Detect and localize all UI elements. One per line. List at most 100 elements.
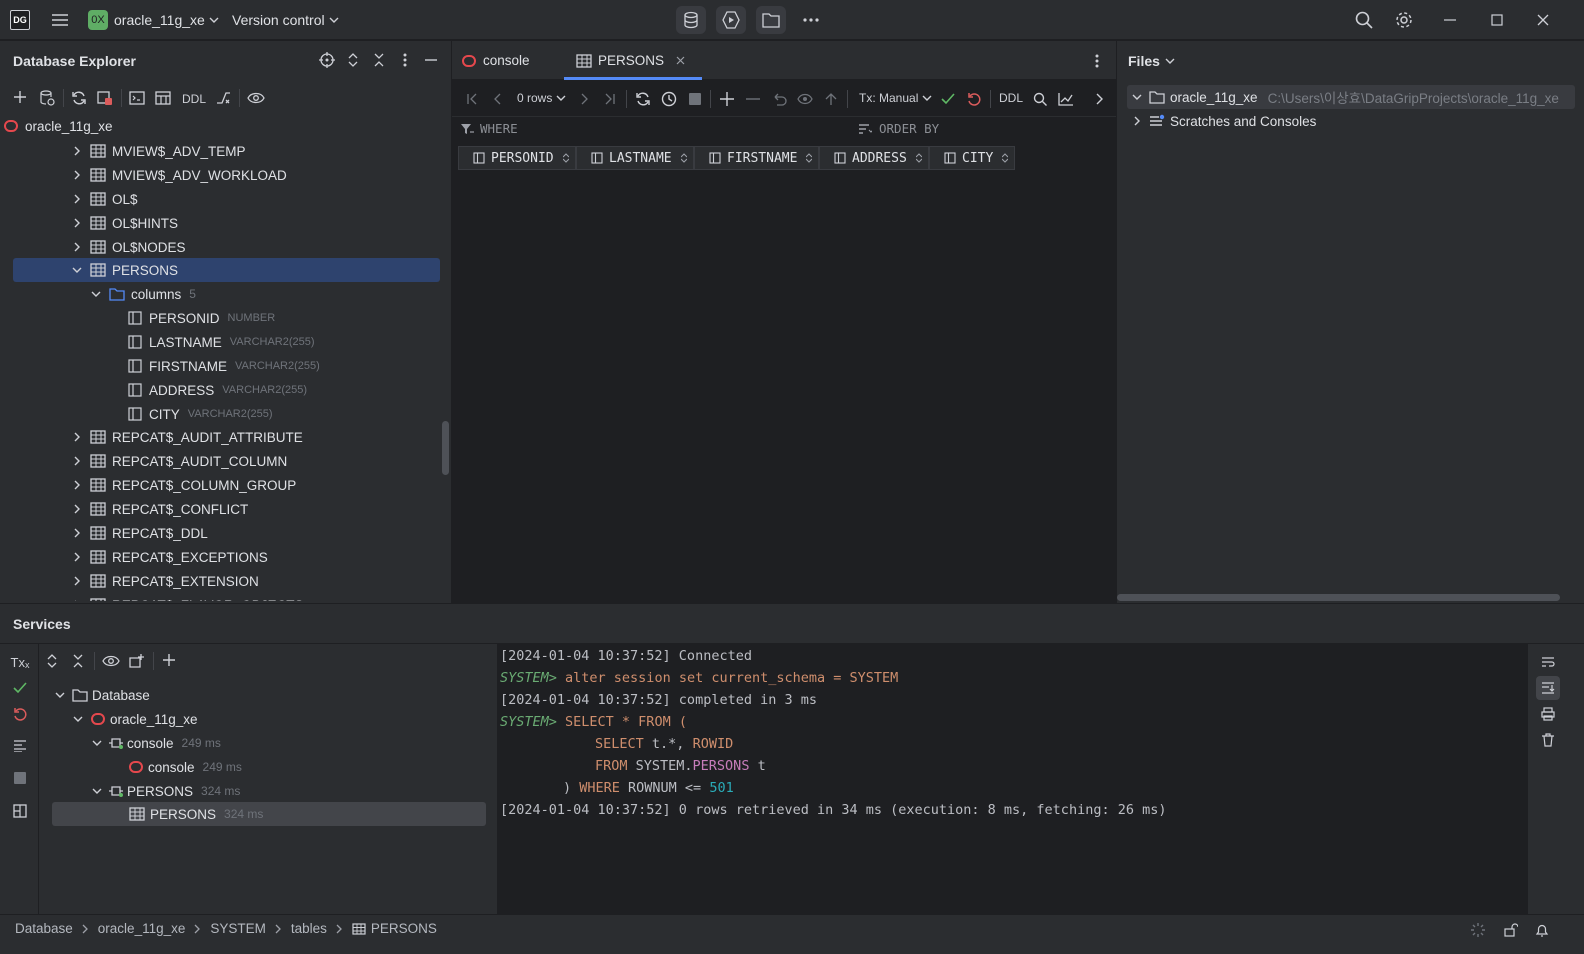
- chevron-right-icon[interactable]: [1129, 113, 1145, 129]
- files-title-dropdown[interactable]: Files: [1128, 53, 1175, 69]
- view-options-eye-icon[interactable]: [99, 649, 123, 673]
- app-logo[interactable]: DG: [10, 10, 30, 30]
- services-persons-item[interactable]: PERSONS 324 ms: [129, 802, 263, 826]
- chevron-down-icon[interactable]: [89, 783, 105, 799]
- chevron-right-icon[interactable]: [69, 501, 85, 517]
- tree-item-table[interactable]: REPCAT$_AUDIT_COLUMN: [69, 449, 287, 473]
- tree-item-table[interactable]: REPCAT$_CONFLICT: [69, 497, 248, 521]
- more-icon[interactable]: [796, 6, 826, 34]
- scratches-row[interactable]: Scratches and Consoles: [1129, 109, 1316, 133]
- chevron-right-icon[interactable]: [69, 573, 85, 589]
- sort-arrows-icon[interactable]: [916, 153, 922, 163]
- files-project-row[interactable]: oracle_11g_xe C:\Users\이상효\DataGripProje…: [1129, 85, 1575, 109]
- main-menu-icon[interactable]: [48, 8, 72, 32]
- settings-gear-icon[interactable]: [1392, 8, 1416, 32]
- notifications-bell-icon[interactable]: [1530, 918, 1554, 942]
- services-persons-session[interactable]: PERSONS 324 ms: [89, 779, 240, 803]
- where-filter[interactable]: WHERE: [460, 121, 518, 136]
- project-switcher[interactable]: 0X oracle_11g_xe: [88, 8, 219, 32]
- soft-wrap-icon[interactable]: [1536, 650, 1560, 674]
- breadcrumb-item[interactable]: tables: [291, 921, 327, 936]
- expand-all-icon[interactable]: [40, 649, 64, 673]
- close-window-icon[interactable]: [1531, 8, 1555, 32]
- next-page-icon[interactable]: [572, 87, 596, 111]
- collapse-all-icon[interactable]: [66, 649, 90, 673]
- tree-item-table[interactable]: REPCAT$_COLUMN_GROUP: [69, 473, 296, 497]
- version-control-menu[interactable]: Version control: [232, 8, 339, 32]
- commit-check-icon[interactable]: [936, 87, 960, 111]
- services-database-node[interactable]: Database: [52, 683, 150, 707]
- rollback-icon[interactable]: [962, 87, 986, 111]
- chevron-right-icon[interactable]: [1087, 87, 1111, 111]
- sort-arrows-icon[interactable]: [681, 153, 687, 163]
- chevron-right-icon[interactable]: [69, 549, 85, 565]
- options-icon[interactable]: [1085, 49, 1109, 73]
- rows-selector[interactable]: 0 rows: [517, 91, 566, 105]
- history-clock-icon[interactable]: [657, 87, 681, 111]
- services-console-session[interactable]: console 249 ms: [89, 731, 221, 755]
- revert-icon[interactable]: [767, 87, 791, 111]
- stop-icon[interactable]: [8, 766, 32, 790]
- print-icon[interactable]: [1536, 702, 1560, 726]
- chevron-right-icon[interactable]: [69, 453, 85, 469]
- chevron-down-icon[interactable]: [89, 735, 105, 751]
- sort-arrows-icon[interactable]: [563, 153, 569, 163]
- grid-column-header[interactable]: LASTNAME: [576, 146, 694, 170]
- ddl-button[interactable]: DDL: [999, 91, 1023, 105]
- tree-item-table[interactable]: REPCAT$_AUDIT_ATTRIBUTE: [69, 425, 303, 449]
- prev-page-icon[interactable]: [486, 87, 510, 111]
- delete-row-icon[interactable]: [741, 87, 765, 111]
- commit-check-icon[interactable]: [8, 676, 32, 700]
- tx-mode-selector[interactable]: Tx: Manual: [859, 91, 932, 105]
- sort-arrows-icon[interactable]: [806, 153, 812, 163]
- breadcrumb-item[interactable]: PERSONS: [371, 921, 437, 936]
- close-tab-icon[interactable]: [676, 56, 685, 65]
- search-icon[interactable]: [1352, 8, 1376, 32]
- last-page-icon[interactable]: [598, 87, 622, 111]
- services-console-item[interactable]: console 249 ms: [129, 755, 242, 779]
- add-service-icon[interactable]: [158, 649, 182, 673]
- layout-icon[interactable]: [8, 799, 32, 823]
- chevron-down-icon[interactable]: [70, 711, 86, 727]
- chevron-right-icon[interactable]: [69, 597, 85, 601]
- read-only-toggle-icon[interactable]: [1499, 918, 1523, 942]
- tab-console[interactable]: console: [462, 41, 530, 80]
- preview-changes-icon[interactable]: [793, 87, 817, 111]
- order-by-filter[interactable]: ORDER BY: [858, 121, 939, 136]
- grid-column-header[interactable]: FIRSTNAME: [694, 146, 819, 170]
- chevron-down-icon[interactable]: [52, 687, 68, 703]
- folder-icon[interactable]: [756, 6, 786, 34]
- breadcrumb-item[interactable]: oracle_11g_xe: [98, 921, 186, 936]
- add-row-icon[interactable]: [715, 87, 739, 111]
- tree-item-table[interactable]: REPCAT$_DDL: [69, 521, 208, 545]
- grid-column-header[interactable]: PERSONID: [458, 146, 576, 170]
- scroll-to-end-icon[interactable]: [1536, 676, 1560, 700]
- chart-icon[interactable]: [1054, 87, 1078, 111]
- reload-icon[interactable]: [631, 87, 655, 111]
- tx-mode-button[interactable]: Tx x: [8, 650, 32, 674]
- breadcrumb-item[interactable]: Database: [15, 921, 73, 936]
- database-icon[interactable]: [676, 6, 706, 34]
- maximize-icon[interactable]: [1485, 8, 1509, 32]
- chevron-right-icon[interactable]: [69, 477, 85, 493]
- horizontal-scrollbar[interactable]: [1117, 594, 1560, 601]
- submit-icon[interactable]: [819, 87, 843, 111]
- search-icon[interactable]: [1028, 87, 1052, 111]
- grid-column-header[interactable]: ADDRESS: [819, 146, 929, 170]
- minimize-icon[interactable]: [1438, 8, 1462, 32]
- trash-icon[interactable]: [1536, 728, 1560, 752]
- chevron-right-icon[interactable]: [69, 429, 85, 445]
- tree-item-table[interactable]: REPCAT$_EXCEPTIONS: [69, 545, 268, 569]
- chevron-right-icon[interactable]: [69, 525, 85, 541]
- scrollbar-thumb[interactable]: [442, 421, 449, 475]
- tab-persons[interactable]: PERSONS: [564, 41, 702, 80]
- stop-icon[interactable]: [683, 87, 707, 111]
- tree-item-table[interactable]: REPCAT$_FLAVOR_OBJECTS: [69, 593, 304, 601]
- new-tab-icon[interactable]: [125, 649, 149, 673]
- breadcrumb-item[interactable]: SYSTEM: [210, 921, 266, 936]
- tree-item-table[interactable]: REPCAT$_EXTENSION: [69, 569, 259, 593]
- services-run-icon[interactable]: [716, 6, 746, 34]
- chevron-down-icon[interactable]: [1129, 89, 1145, 105]
- rollback-icon[interactable]: [8, 702, 32, 726]
- grid-column-header[interactable]: CITY: [929, 146, 1015, 170]
